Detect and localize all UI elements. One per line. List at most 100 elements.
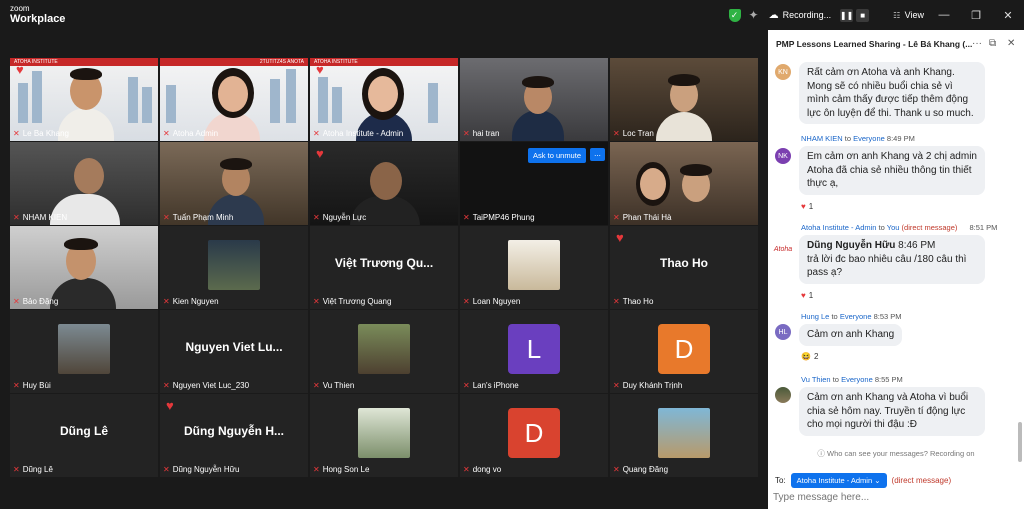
close-window-button[interactable]: ✕ [992,9,1024,22]
muted-mic-icon: ✕ [463,465,470,474]
view-button[interactable]: ☷ View [893,10,924,20]
video-tile[interactable]: ✕ hai tran [460,58,608,141]
muted-mic-icon: ✕ [613,297,620,306]
heart-reaction-icon: ♥ [316,146,324,161]
chat-header: PMP Lessons Learned Sharing - Lê Bá Khan… [768,30,1024,58]
muted-mic-icon: ✕ [613,381,620,390]
muted-mic-icon: ✕ [13,381,20,390]
muted-mic-icon: ✕ [463,129,470,138]
more-options-icon[interactable]: ··· [972,38,982,49]
video-tile[interactable]: ✕ Kien Nguyen [160,226,308,309]
video-tile[interactable]: Ask to unmute ... ✕ TaiPMP46 Phung [460,142,608,225]
video-tile[interactable]: D ✕ dong vo [460,394,608,477]
avatar: NK [775,148,791,164]
profile-picture [358,408,410,458]
video-tile[interactable]: ♥ Thao Ho ✕ Thao Ho [610,226,758,309]
avatar: KN [775,64,791,80]
pop-out-icon[interactable]: ⧉ [989,38,996,49]
muted-mic-icon: ✕ [313,129,320,138]
video-tile[interactable]: Việt Trương Qu... ✕ Việt Trương Quang [310,226,458,309]
video-tile[interactable]: ✕ Quang Đăng [610,394,758,477]
muted-mic-icon: ✕ [163,465,170,474]
participant-display-name: Việt Trương Qu... [334,256,434,270]
profile-picture [358,324,410,374]
recipient-select[interactable]: Atoha Institute - Admin ⌄ [790,473,887,488]
active-speaker-tile[interactable]: ATOHA INSTITUTE ♥ ✕ Atoha Institute - Adm… [310,58,458,141]
stop-recording-button[interactable]: ■ [856,8,870,22]
video-tile[interactable]: ✕ Vu Thien [310,310,458,393]
muted-mic-icon: ✕ [313,381,320,390]
participant-display-name: Thao Ho [660,256,708,270]
muted-mic-icon: ✕ [463,297,470,306]
video-tile[interactable]: ✕ Loc Tran [610,58,758,141]
restore-button[interactable]: ❐ [960,9,992,22]
muted-mic-icon: ✕ [13,129,20,138]
chat-title: PMP Lessons Learned Sharing - Lê Bá Khan… [776,39,973,49]
video-tile[interactable]: 2TUTITZ4S ANOTA ✕ Atoha Admin [160,58,308,141]
pause-recording-button[interactable]: ❚❚ [840,8,853,22]
zoom-logo: zoom Workplace [10,4,66,25]
video-tile[interactable]: ♥ Dũng Nguyễn H... ✕ Dũng Nguyễn Hữu [160,394,308,477]
chat-messages[interactable]: KN Rất cảm ơn Atoha và anh Khang. Mong s… [768,58,1016,446]
muted-mic-icon: ✕ [13,465,20,474]
muted-mic-icon: ✕ [313,465,320,474]
video-tile[interactable]: ✕ Loan Nguyen [460,226,608,309]
recording-indicator: ☁ Recording... [769,10,832,21]
profile-picture [208,240,260,290]
laugh-reaction[interactable]: 😆 2 [801,352,818,361]
muted-mic-icon: ✕ [463,213,470,222]
heart-reaction-icon: ♥ [316,62,324,77]
more-options-button[interactable]: ... [590,148,605,161]
heart-reaction-icon: ♥ [616,230,624,245]
recipient-row: To: Atoha Institute - Admin ⌄ (direct me… [775,473,951,488]
avatar-letter: D [658,324,710,374]
view-grid-icon: ☷ [893,11,901,20]
security-shield-icon[interactable]: ✓ [728,8,741,22]
cloud-icon: ☁ [768,9,779,21]
close-chat-icon[interactable]: ✕ [1007,38,1015,49]
video-tile[interactable]: ✕ Hong Son Le [310,394,458,477]
video-tile[interactable]: ATOHA INSTITUTE ♥ ✕ Le Ba Khang [10,58,158,141]
muted-mic-icon: ✕ [613,129,620,138]
participant-display-name: Nguyen Viet Lu... [185,340,283,354]
participant-display-name: Dũng Nguyễn H... [184,424,284,438]
profile-picture [58,324,110,374]
video-tile[interactable]: ✕ Huy Bùi [10,310,158,393]
chat-message-input[interactable] [773,492,1013,503]
ask-to-unmute-button[interactable]: Ask to unmute [528,148,586,163]
heart-reaction-icon: ♥ [16,62,24,77]
video-tile[interactable]: L ✕ Lan's iPhone [460,310,608,393]
avatar: HL [775,324,791,340]
avatar-letter: D [508,408,560,458]
participant-display-name: Dũng Lê [60,424,108,438]
video-tile[interactable]: D ✕ Duy Khánh Trịnh [610,310,758,393]
heart-reaction-icon: ♥ [166,398,174,413]
muted-mic-icon: ✕ [463,381,470,390]
muted-mic-icon: ✕ [13,297,20,306]
video-tile[interactable]: ✕ NHAM KIEN [10,142,158,225]
chevron-down-icon: ⌄ [874,476,881,485]
privacy-notice[interactable]: ⓘ Who can see your messages? Recording o… [768,448,1024,459]
video-tile[interactable]: ✕ Phan Thái Hà [610,142,758,225]
muted-mic-icon: ✕ [163,213,170,222]
muted-mic-icon: ✕ [163,381,170,390]
video-gallery: ATOHA INSTITUTE ♥ ✕ Le Ba Khang 2TUTITZ4S… [10,58,758,480]
info-icon: ⓘ [817,449,825,458]
muted-mic-icon: ✕ [13,213,20,222]
avatar-letter: L [508,324,560,374]
muted-mic-icon: ✕ [313,297,320,306]
muted-mic-icon: ✕ [613,465,620,474]
video-tile[interactable]: ♥ ✕ Nguyễn Lực [310,142,458,225]
ai-companion-icon[interactable]: ✦ [749,8,759,22]
muted-mic-icon: ✕ [163,297,170,306]
recording-label: Recording... [782,10,832,20]
avatar [775,387,791,403]
profile-picture [658,408,710,458]
video-tile[interactable]: Nguyen Viet Lu... ✕ Nguyen Viet Luc_230 [160,310,308,393]
video-tile[interactable]: ✕ Tuấn Phạm Minh [160,142,308,225]
heart-reaction[interactable]: ♥ 1 [801,202,813,211]
video-tile[interactable]: Dũng Lê ✕ Dũng Lê [10,394,158,477]
minimize-button[interactable]: — [928,9,960,21]
heart-reaction[interactable]: ♥ 1 [801,291,813,300]
video-tile[interactable]: ✕ Bảo Đặng [10,226,158,309]
